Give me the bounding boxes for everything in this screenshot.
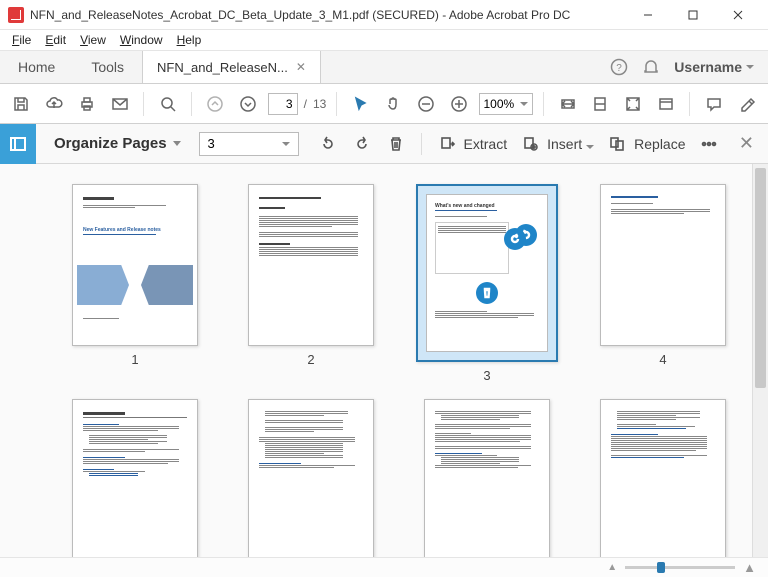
page-down-icon[interactable] [235, 90, 262, 118]
page-thumbnail-selected[interactable]: What's new and changed [412, 184, 562, 383]
replace-icon[interactable] [602, 129, 632, 159]
tab-strip: Home Tools NFN_and_ReleaseN... ✕ ? Usern… [0, 50, 768, 84]
page-thumbnail[interactable]: 4 [588, 184, 738, 383]
page-thumbnail[interactable]: 2 [236, 184, 386, 383]
page-total: 13 [313, 97, 326, 111]
menu-file[interactable]: File [6, 31, 37, 49]
extract-icon[interactable] [432, 129, 462, 159]
comment-icon[interactable] [700, 90, 727, 118]
menu-view[interactable]: View [74, 31, 112, 49]
tab-document[interactable]: NFN_and_ReleaseN... ✕ [142, 51, 321, 83]
thumbnail-label: 4 [659, 352, 666, 367]
highlight-icon[interactable] [733, 90, 760, 118]
thumbnail-label: 1 [131, 352, 138, 367]
fit-page-icon[interactable] [587, 90, 614, 118]
page-thumbnail[interactable]: 7 [412, 399, 562, 557]
thumbnail-panel: New Features and Release notes 1 [0, 164, 768, 557]
close-panel-icon[interactable]: ✕ [739, 133, 754, 154]
print-icon[interactable] [74, 90, 101, 118]
insert-dropdown[interactable]: Insert [547, 136, 594, 152]
app-icon [8, 7, 24, 23]
read-mode-icon[interactable] [653, 90, 680, 118]
organize-toolbar: Organize Pages 3 Extract Insert Replace … [0, 124, 768, 164]
cloud-icon[interactable] [41, 90, 68, 118]
trash-icon [476, 282, 498, 304]
delete-page-icon[interactable] [381, 129, 411, 159]
page-number-input[interactable] [268, 93, 298, 115]
rotate-right-icon[interactable] [347, 129, 377, 159]
search-icon[interactable] [154, 90, 181, 118]
zoom-dropdown[interactable]: 100% [479, 93, 534, 115]
window-titlebar: NFN_and_ReleaseNotes_Acrobat_DC_Beta_Upd… [0, 0, 768, 30]
page-thumbnail[interactable]: 5 [60, 399, 210, 557]
main-toolbar: / 13 100% [0, 84, 768, 124]
more-options-icon[interactable] [694, 129, 724, 159]
close-window-button[interactable] [715, 1, 760, 29]
zoom-in-icon[interactable] [446, 90, 473, 118]
page-up-icon[interactable] [202, 90, 229, 118]
panel-toggle-button[interactable] [0, 124, 36, 164]
zoom-large-icon[interactable]: ▲ [743, 560, 756, 575]
extract-label[interactable]: Extract [464, 136, 508, 152]
page-sep: / [304, 97, 307, 111]
thumbnail-label: 3 [483, 368, 490, 383]
hand-tool-icon[interactable] [380, 90, 407, 118]
insert-icon[interactable] [515, 129, 545, 159]
username-dropdown[interactable]: Username [674, 59, 754, 75]
menu-edit[interactable]: Edit [39, 31, 72, 49]
fullscreen-icon[interactable] [620, 90, 647, 118]
page-thumbnail[interactable]: 6 [236, 399, 386, 557]
help-icon[interactable]: ? [610, 58, 628, 76]
menu-bar: File Edit View Window Help [0, 30, 768, 50]
organize-pages-dropdown[interactable]: Organize Pages [54, 135, 181, 152]
menu-window[interactable]: Window [114, 31, 169, 49]
tab-close-icon[interactable]: ✕ [296, 60, 306, 74]
vertical-scrollbar[interactable] [752, 164, 768, 557]
page-thumbnail[interactable]: New Features and Release notes 1 [60, 184, 210, 383]
thumbnail-label: 2 [307, 352, 314, 367]
replace-label[interactable]: Replace [634, 136, 685, 152]
page-thumbnail[interactable]: 8 [588, 399, 738, 557]
minimize-button[interactable] [625, 1, 670, 29]
notification-icon[interactable] [642, 58, 660, 76]
maximize-button[interactable] [670, 1, 715, 29]
page-select-dropdown[interactable]: 3 [199, 132, 299, 156]
tab-document-label: NFN_and_ReleaseN... [157, 60, 288, 75]
svg-text:?: ? [617, 63, 623, 74]
tab-home[interactable]: Home [0, 51, 73, 83]
mail-icon[interactable] [106, 90, 133, 118]
thumbnail-zoom-slider[interactable] [625, 566, 735, 569]
save-icon[interactable] [8, 90, 35, 118]
zoom-out-icon[interactable] [413, 90, 440, 118]
select-tool-icon[interactable] [347, 90, 374, 118]
rotate-right-icon [504, 228, 526, 250]
zoom-small-icon[interactable]: ▲ [607, 562, 617, 573]
tab-tools[interactable]: Tools [73, 51, 142, 83]
fit-width-icon[interactable] [554, 90, 581, 118]
menu-help[interactable]: Help [171, 31, 208, 49]
rotate-left-icon[interactable] [313, 129, 343, 159]
footer-bar: ▲ ▲ [0, 557, 768, 577]
window-title: NFN_and_ReleaseNotes_Acrobat_DC_Beta_Upd… [30, 8, 625, 22]
